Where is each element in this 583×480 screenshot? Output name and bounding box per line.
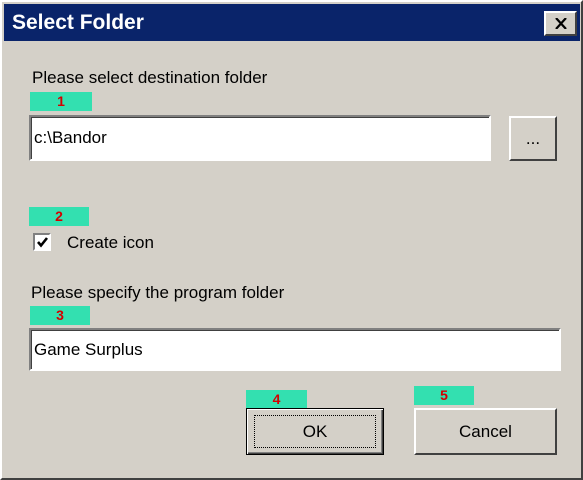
program-folder-field[interactable] <box>29 328 561 371</box>
focus-rectangle <box>254 415 376 448</box>
destination-label: Please select destination folder <box>32 68 268 87</box>
annotation-marker-5: 5 <box>414 386 474 405</box>
close-button[interactable] <box>544 11 577 36</box>
create-icon-checkbox[interactable] <box>33 233 51 251</box>
browse-button[interactable]: ... <box>509 116 557 161</box>
title-bar[interactable]: Select Folder <box>4 4 580 41</box>
program-folder-input[interactable] <box>34 330 556 369</box>
ok-button[interactable]: OK <box>246 408 384 455</box>
close-icon <box>555 18 567 29</box>
annotation-marker-2: 2 <box>29 207 89 226</box>
dialog-title: Select Folder <box>12 11 144 34</box>
annotation-marker-4: 4 <box>246 390 307 409</box>
program-folder-label: Please specify the program folder <box>31 283 285 302</box>
select-folder-dialog: Select Folder Please select destination … <box>0 0 583 480</box>
destination-folder-input[interactable] <box>34 117 486 159</box>
cancel-button[interactable]: Cancel <box>414 408 557 455</box>
annotation-marker-3: 3 <box>30 306 90 325</box>
checkmark-icon <box>37 237 49 248</box>
create-icon-label[interactable]: Create icon <box>67 233 154 253</box>
annotation-marker-1: 1 <box>30 92 92 111</box>
destination-folder-field[interactable] <box>29 115 491 161</box>
